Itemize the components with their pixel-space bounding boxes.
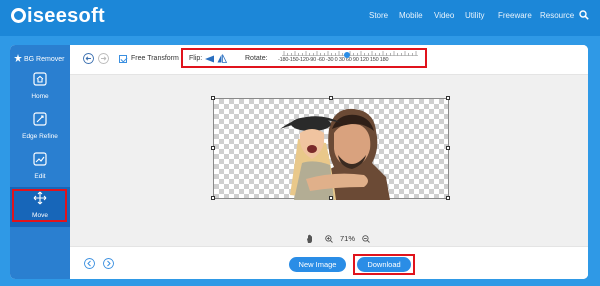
- sidebar-item-home[interactable]: Home: [10, 68, 70, 108]
- search-icon[interactable]: [579, 10, 589, 20]
- flip-horizontal-icon[interactable]: [205, 55, 215, 63]
- transform-handle[interactable]: [446, 96, 450, 100]
- transform-handle[interactable]: [329, 196, 333, 200]
- redo-icon[interactable]: [98, 53, 109, 64]
- nav-freeware[interactable]: Freeware: [498, 11, 532, 20]
- transform-handle[interactable]: [329, 96, 333, 100]
- logo-mark: [11, 8, 26, 23]
- sidebar-item-label: Edge Refine: [22, 133, 58, 140]
- flip-label: Flip:: [189, 55, 203, 62]
- next-arrow-icon[interactable]: [103, 258, 114, 269]
- toolbar: Free Transform Flip: Rotate: -180-150-12…: [70, 45, 588, 75]
- edit-image-icon: [33, 152, 47, 166]
- rotate-slider-handle[interactable]: [344, 52, 350, 58]
- zoom-in-icon[interactable]: [325, 235, 333, 243]
- nav-video[interactable]: Video: [434, 11, 454, 20]
- sidebar-item-edit[interactable]: Edit: [10, 148, 70, 188]
- previous-arrow-icon[interactable]: [84, 258, 95, 269]
- nav-utility[interactable]: Utility: [465, 11, 485, 20]
- flip-vertical-icon[interactable]: [217, 54, 227, 63]
- zoom-level: 71%: [340, 234, 356, 243]
- transform-handle[interactable]: [211, 196, 215, 200]
- bottom-bar: New Image Download: [70, 246, 588, 279]
- image-preview[interactable]: [211, 96, 450, 200]
- bg-remover-logo-icon: [14, 54, 22, 62]
- transform-handle[interactable]: [446, 146, 450, 150]
- nav-mobile[interactable]: Mobile: [399, 11, 423, 20]
- free-transform-checkbox[interactable]: [119, 55, 127, 63]
- sidebar-item-label: Edit: [34, 173, 46, 180]
- rotate-tick-labels: -180-150-120-90 -60 -30 0 30 60 90 120 1…: [278, 57, 389, 63]
- zoom-bar: 71%: [70, 234, 588, 246]
- image-canvas: [70, 76, 588, 246]
- sidebar-title: BG Remover: [14, 54, 64, 63]
- nav-resource[interactable]: Resource: [540, 11, 574, 20]
- transform-handle[interactable]: [211, 146, 215, 150]
- sidebar-item-edge-refine[interactable]: Edge Refine: [10, 108, 70, 148]
- transform-handle[interactable]: [446, 196, 450, 200]
- move-highlight-box: [12, 189, 67, 222]
- rotate-label: Rotate:: [245, 55, 268, 62]
- site-header: aiseesoftiseesoft Store Mobile Video Uti…: [0, 0, 600, 36]
- sidebar-item-label: Home: [31, 93, 49, 100]
- bg-remover-app: BG Remover Home Edge Refine Edit Move Fr…: [10, 45, 588, 279]
- editor-main: Free Transform Flip: Rotate: -180-150-12…: [70, 45, 588, 279]
- rotate-ruler[interactable]: [282, 50, 418, 56]
- sidebar: BG Remover Home Edge Refine Edit Move: [10, 45, 70, 279]
- new-image-button[interactable]: New Image: [289, 257, 346, 272]
- couple-photo-cutout: [280, 108, 390, 200]
- zoom-out-icon[interactable]: [362, 235, 370, 243]
- logo-text: iseesoft: [27, 5, 105, 27]
- hand-pan-icon[interactable]: [306, 234, 315, 244]
- undo-icon[interactable]: [83, 53, 94, 64]
- free-transform-label: Free Transform: [131, 55, 179, 62]
- edge-refine-icon: [33, 112, 47, 126]
- nav-store[interactable]: Store: [369, 11, 388, 20]
- site-logo[interactable]: aiseesoftiseesoft: [11, 5, 105, 28]
- transform-handle[interactable]: [211, 96, 215, 100]
- download-button[interactable]: Download: [357, 257, 411, 272]
- home-icon: [33, 72, 47, 86]
